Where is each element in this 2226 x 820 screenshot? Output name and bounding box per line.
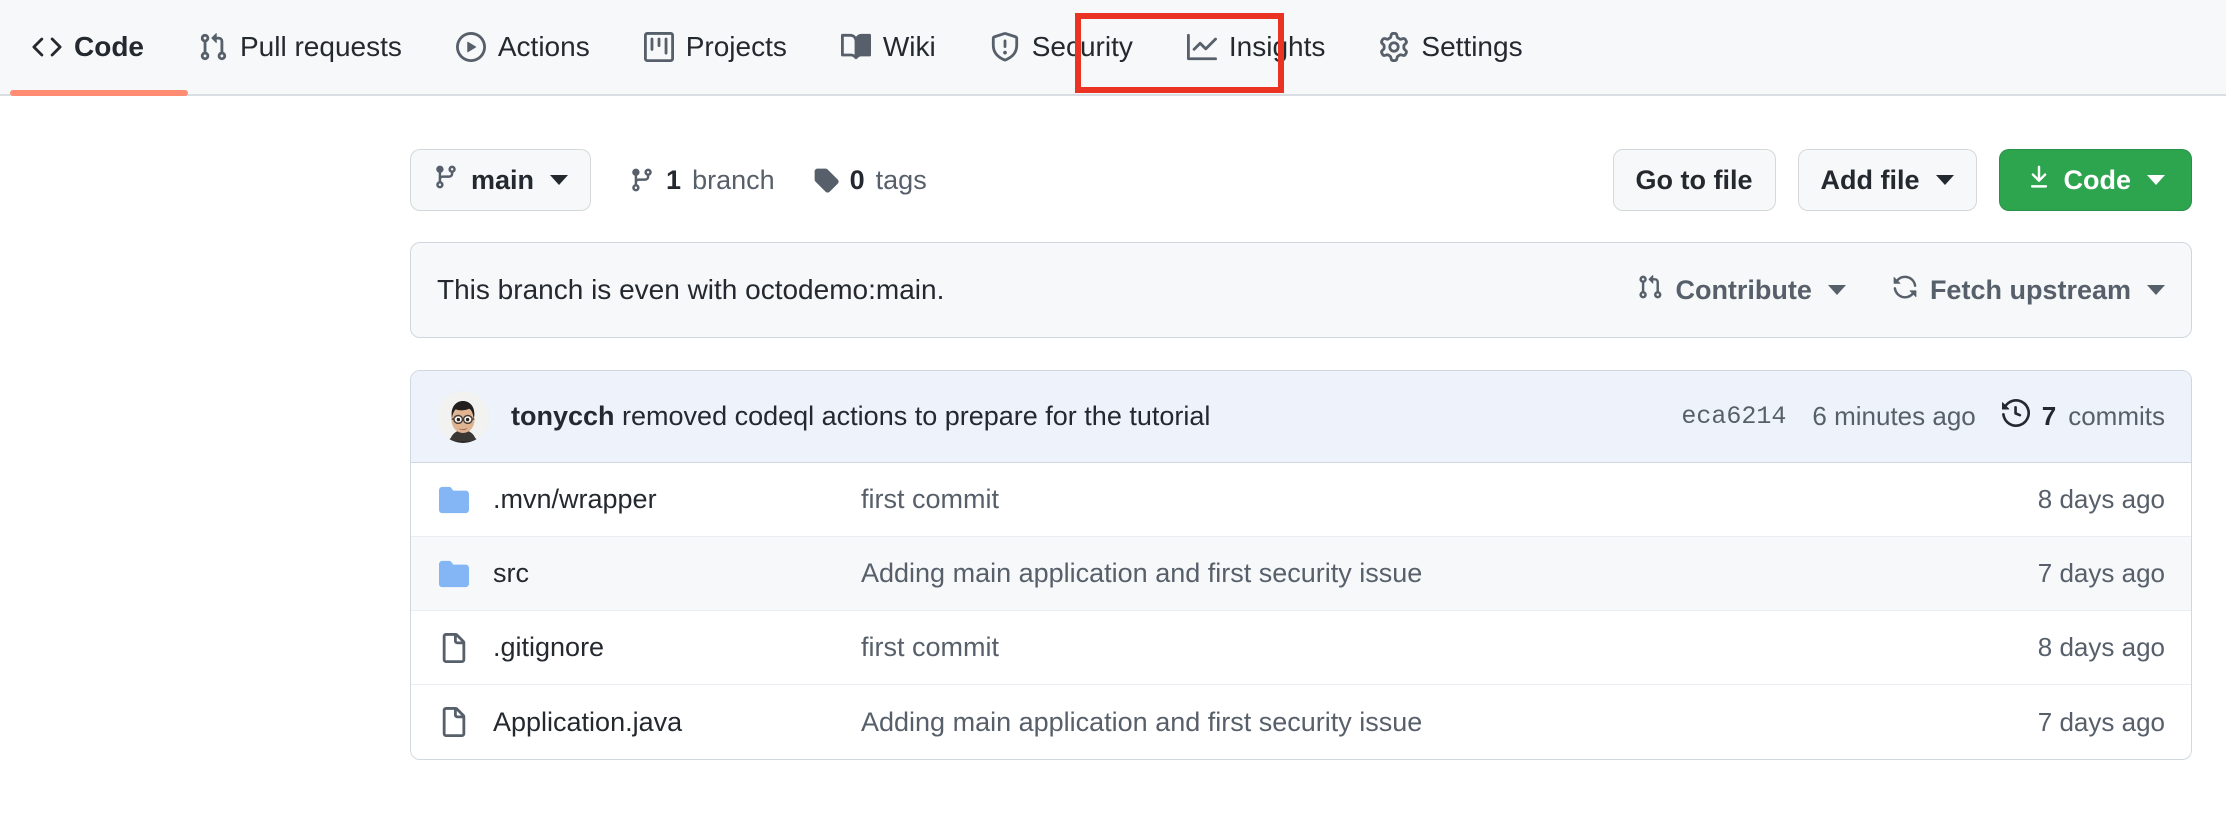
project-board-icon	[644, 32, 674, 62]
file-name[interactable]: .mvn/wrapper	[493, 484, 861, 515]
file-listing: tonycch removed codeql actions to prepar…	[410, 370, 2192, 760]
commit-author[interactable]: tonycch	[511, 401, 615, 431]
table-row[interactable]: .gitignore first commit 8 days ago	[411, 611, 2191, 685]
git-pull-request-icon	[1637, 274, 1663, 307]
chevron-down-icon	[1828, 285, 1846, 295]
file-commit-message[interactable]: first commit	[861, 632, 2038, 663]
branch-selector-button[interactable]: main	[410, 149, 591, 211]
repo-nav: Code Pull requests Actions Projects Wiki	[0, 0, 2226, 96]
table-row[interactable]: src Adding main application and first se…	[411, 537, 2191, 611]
commit-sha[interactable]: eca6214	[1681, 402, 1786, 431]
git-branch-icon	[433, 164, 459, 197]
latest-commit-row: tonycch removed codeql actions to prepar…	[411, 371, 2191, 463]
tag-count-link[interactable]: 0 tags	[813, 165, 927, 196]
code-icon	[32, 32, 62, 62]
fetch-upstream-label: Fetch upstream	[1930, 275, 2131, 306]
add-file-label: Add file	[1821, 165, 1920, 196]
folder-icon	[437, 559, 471, 589]
graph-line-icon	[1187, 32, 1217, 62]
chevron-down-icon	[550, 175, 568, 185]
commits-label: commits	[2068, 401, 2165, 432]
chevron-down-icon	[1936, 175, 1954, 185]
github-repo-page: Code Pull requests Actions Projects Wiki	[0, 0, 2226, 820]
gear-icon	[1379, 32, 1409, 62]
file-commit-message[interactable]: Adding main application and first securi…	[861, 707, 2038, 738]
branch-sync-notice: This branch is even with octodemo:main. …	[410, 242, 2192, 338]
commit-time: 6 minutes ago	[1812, 401, 1975, 432]
branch-count-link[interactable]: 1 branch	[629, 165, 775, 196]
file-commit-date: 8 days ago	[2038, 632, 2165, 663]
commits-count: 7	[2042, 401, 2056, 432]
tag-count-label: tags	[876, 165, 927, 196]
history-clock-icon	[2002, 399, 2030, 434]
sync-icon	[1892, 274, 1918, 307]
git-branch-icon	[629, 167, 655, 193]
avatar[interactable]	[437, 391, 489, 443]
tab-settings[interactable]: Settings	[1357, 20, 1544, 74]
fetch-upstream-button[interactable]: Fetch upstream	[1892, 274, 2165, 307]
tab-actions[interactable]: Actions	[434, 20, 612, 74]
tab-projects[interactable]: Projects	[622, 20, 809, 74]
go-to-file-label: Go to file	[1636, 165, 1753, 196]
table-row[interactable]: Application.java Adding main application…	[411, 685, 2191, 759]
tag-icon	[813, 167, 839, 193]
tab-label: Actions	[498, 33, 590, 61]
tab-label: Pull requests	[240, 33, 402, 61]
contribute-button[interactable]: Contribute	[1637, 274, 1845, 307]
git-pull-request-icon	[198, 32, 228, 62]
tab-label: Code	[74, 33, 144, 61]
file-commit-date: 7 days ago	[2038, 558, 2165, 589]
code-button-label: Code	[2064, 165, 2132, 196]
play-circle-icon	[456, 32, 486, 62]
tab-insights[interactable]: Insights	[1165, 20, 1348, 74]
tab-label: Projects	[686, 33, 787, 61]
branch-count-label: branch	[692, 165, 775, 196]
file-icon	[437, 633, 471, 663]
file-commit-message[interactable]: first commit	[861, 484, 2038, 515]
go-to-file-button[interactable]: Go to file	[1613, 149, 1776, 211]
tab-label: Settings	[1421, 33, 1522, 61]
file-commit-date: 8 days ago	[2038, 484, 2165, 515]
download-icon	[2026, 164, 2052, 197]
table-row[interactable]: .mvn/wrapper first commit 8 days ago	[411, 463, 2191, 537]
file-name[interactable]: Application.java	[493, 707, 861, 738]
branch-toolbar: main 1 branch 0 tags	[410, 148, 2192, 212]
file-name[interactable]: src	[493, 558, 861, 589]
commit-meta: eca6214 6 minutes ago 7 commits	[1681, 399, 2165, 434]
add-file-button[interactable]: Add file	[1798, 149, 1977, 211]
repo-content: main 1 branch 0 tags	[0, 148, 2226, 760]
branch-count-value: 1	[666, 165, 681, 196]
tab-security[interactable]: Security	[968, 20, 1155, 74]
chevron-down-icon	[2147, 175, 2165, 185]
contribute-label: Contribute	[1675, 275, 1811, 306]
sync-status-text: This branch is even with octodemo:main.	[437, 274, 944, 306]
tab-label: Security	[1032, 33, 1133, 61]
commit-message-text[interactable]: removed codeql actions to prepare for th…	[622, 401, 1210, 431]
folder-icon	[437, 485, 471, 515]
commit-message: tonycch removed codeql actions to prepar…	[511, 401, 1210, 432]
tab-code[interactable]: Code	[10, 20, 166, 74]
book-icon	[841, 32, 871, 62]
commit-history-link[interactable]: 7 commits	[2002, 399, 2165, 434]
file-name[interactable]: .gitignore	[493, 632, 861, 663]
tab-label: Wiki	[883, 33, 936, 61]
tab-label: Insights	[1229, 33, 1326, 61]
tab-pull-requests[interactable]: Pull requests	[176, 20, 424, 74]
tag-count-value: 0	[850, 165, 865, 196]
chevron-down-icon	[2147, 285, 2165, 295]
tab-wiki[interactable]: Wiki	[819, 20, 958, 74]
file-commit-message[interactable]: Adding main application and first securi…	[861, 558, 2038, 589]
shield-alert-icon	[990, 32, 1020, 62]
file-commit-date: 7 days ago	[2038, 707, 2165, 738]
code-download-button[interactable]: Code	[1999, 149, 2193, 211]
branch-name-label: main	[471, 165, 534, 196]
file-icon	[437, 707, 471, 737]
active-tab-underline	[10, 90, 188, 96]
